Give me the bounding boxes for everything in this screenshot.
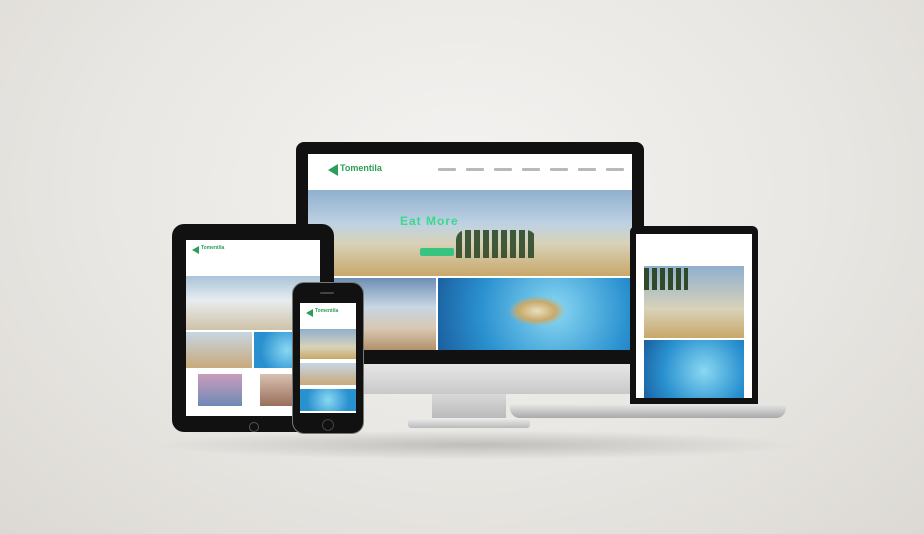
tablet-thumbnail <box>198 374 242 406</box>
laptop-underwater-image <box>644 340 744 398</box>
phone-logo-text: Tomentila <box>315 308 339 314</box>
desktop-logo-text: Tomentila <box>340 163 382 173</box>
desktop-hero-button <box>420 248 454 256</box>
nav-item <box>438 168 456 171</box>
laptop-cypress-trees <box>644 268 688 290</box>
phone-hero-image <box>300 329 356 359</box>
nav-item <box>494 168 512 171</box>
device-mockup-scene: Tomentila Eat More Tomentila Tomentila <box>0 0 924 534</box>
phone-screen: Tomentila <box>300 303 356 413</box>
cypress-trees <box>456 230 536 258</box>
nav-item <box>466 168 484 171</box>
nav-item <box>606 168 624 171</box>
desktop-hero-image: Eat More <box>308 190 632 276</box>
phone-underwater-tile <box>300 389 356 411</box>
desktop-hero-title: Eat More <box>400 214 459 228</box>
laptop-base <box>510 404 786 418</box>
desktop-stand-neck <box>432 394 506 420</box>
nav-item <box>522 168 540 171</box>
phone-speaker <box>320 292 334 294</box>
logo-arrow-icon <box>328 164 338 176</box>
desktop-underwater-tile <box>438 278 632 350</box>
phone-beach-tile <box>300 363 356 385</box>
home-button-icon <box>322 419 334 431</box>
tablet-beach-tile <box>186 332 252 368</box>
desktop-site-header: Tomentila <box>308 154 632 188</box>
desktop-nav <box>438 168 624 171</box>
nav-item <box>550 168 568 171</box>
desktop-stand-foot <box>408 418 530 428</box>
tablet-logo-text: Tomentila <box>201 245 225 251</box>
device-shadow <box>150 430 800 460</box>
phone-device: Tomentila <box>292 282 364 434</box>
laptop-lid <box>630 226 758 404</box>
laptop-screen <box>636 234 752 398</box>
logo-arrow-icon <box>192 246 199 254</box>
diver-image <box>508 296 566 326</box>
logo-arrow-icon <box>306 309 313 317</box>
home-button-icon <box>249 422 259 432</box>
nav-item <box>578 168 596 171</box>
